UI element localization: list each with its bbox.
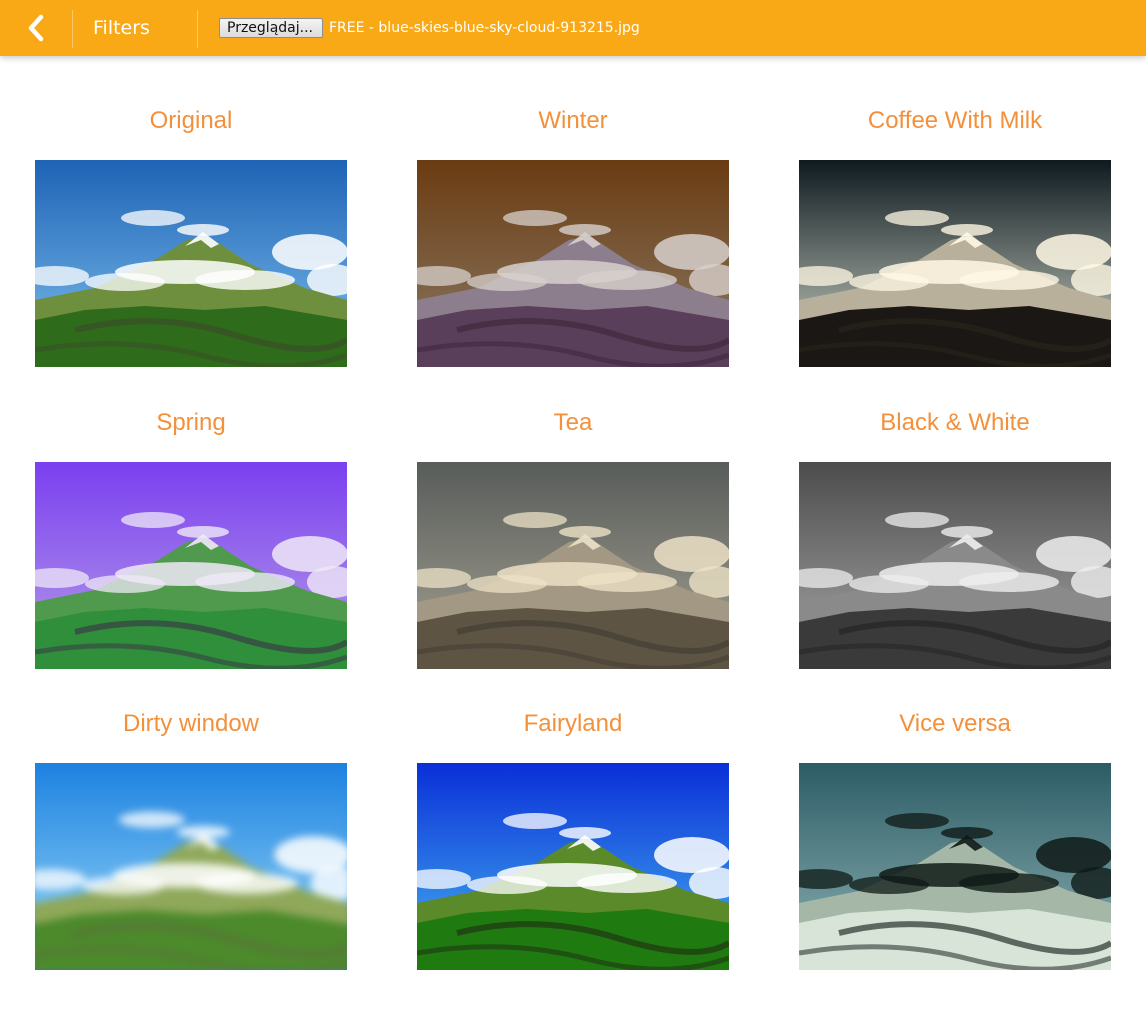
filter-preview-image[interactable] bbox=[35, 763, 347, 970]
back-button[interactable] bbox=[14, 10, 62, 46]
filter-card[interactable]: Spring bbox=[35, 407, 347, 709]
filter-card[interactable]: Winter bbox=[417, 105, 729, 407]
filter-preview-image[interactable] bbox=[35, 160, 347, 367]
selected-file-name: FREE - blue-skies-blue-sky-cloud-913215.… bbox=[329, 20, 640, 36]
header-divider bbox=[72, 10, 73, 48]
filter-preview-image[interactable] bbox=[799, 763, 1111, 970]
filter-label: Spring bbox=[156, 408, 226, 436]
filter-preview-image[interactable] bbox=[35, 461, 347, 669]
filter-card[interactable]: Original bbox=[35, 105, 347, 407]
filter-card[interactable]: Fairyland bbox=[417, 708, 729, 1010]
filter-preview-image[interactable] bbox=[799, 461, 1111, 669]
filter-label: Original bbox=[149, 107, 233, 134]
page-title: Filters bbox=[93, 17, 150, 39]
filter-preview-image[interactable] bbox=[417, 763, 729, 970]
app-header: Filters Przeglądaj... FREE - blue-skies-… bbox=[0, 0, 1146, 56]
filter-label: Coffee With Milk bbox=[867, 107, 1043, 134]
chevron-left-icon bbox=[28, 14, 44, 42]
filter-preview-image[interactable] bbox=[417, 461, 729, 669]
filter-card[interactable]: Tea bbox=[417, 407, 729, 709]
filter-label: Fairyland bbox=[523, 710, 623, 737]
filter-preview-image[interactable] bbox=[417, 160, 729, 367]
filter-card[interactable]: Coffee With Milk bbox=[799, 105, 1111, 407]
filter-label: Winter bbox=[538, 107, 608, 134]
filter-label: Black & White bbox=[880, 408, 1030, 436]
filter-label: Dirty window bbox=[122, 710, 260, 737]
browse-file-button[interactable]: Przeglądaj... bbox=[219, 18, 323, 38]
filter-card[interactable]: Vice versa bbox=[799, 708, 1111, 1010]
filter-label: Tea bbox=[553, 408, 593, 436]
header-divider bbox=[197, 10, 198, 48]
filter-card[interactable]: Dirty window bbox=[35, 708, 347, 1010]
filter-grid: Original Winter Coffee With Milk Spring Tea B… bbox=[35, 105, 1111, 1010]
filter-label: Vice versa bbox=[899, 710, 1011, 737]
filter-preview-image[interactable] bbox=[799, 160, 1111, 367]
filter-card[interactable]: Black & White bbox=[799, 407, 1111, 709]
